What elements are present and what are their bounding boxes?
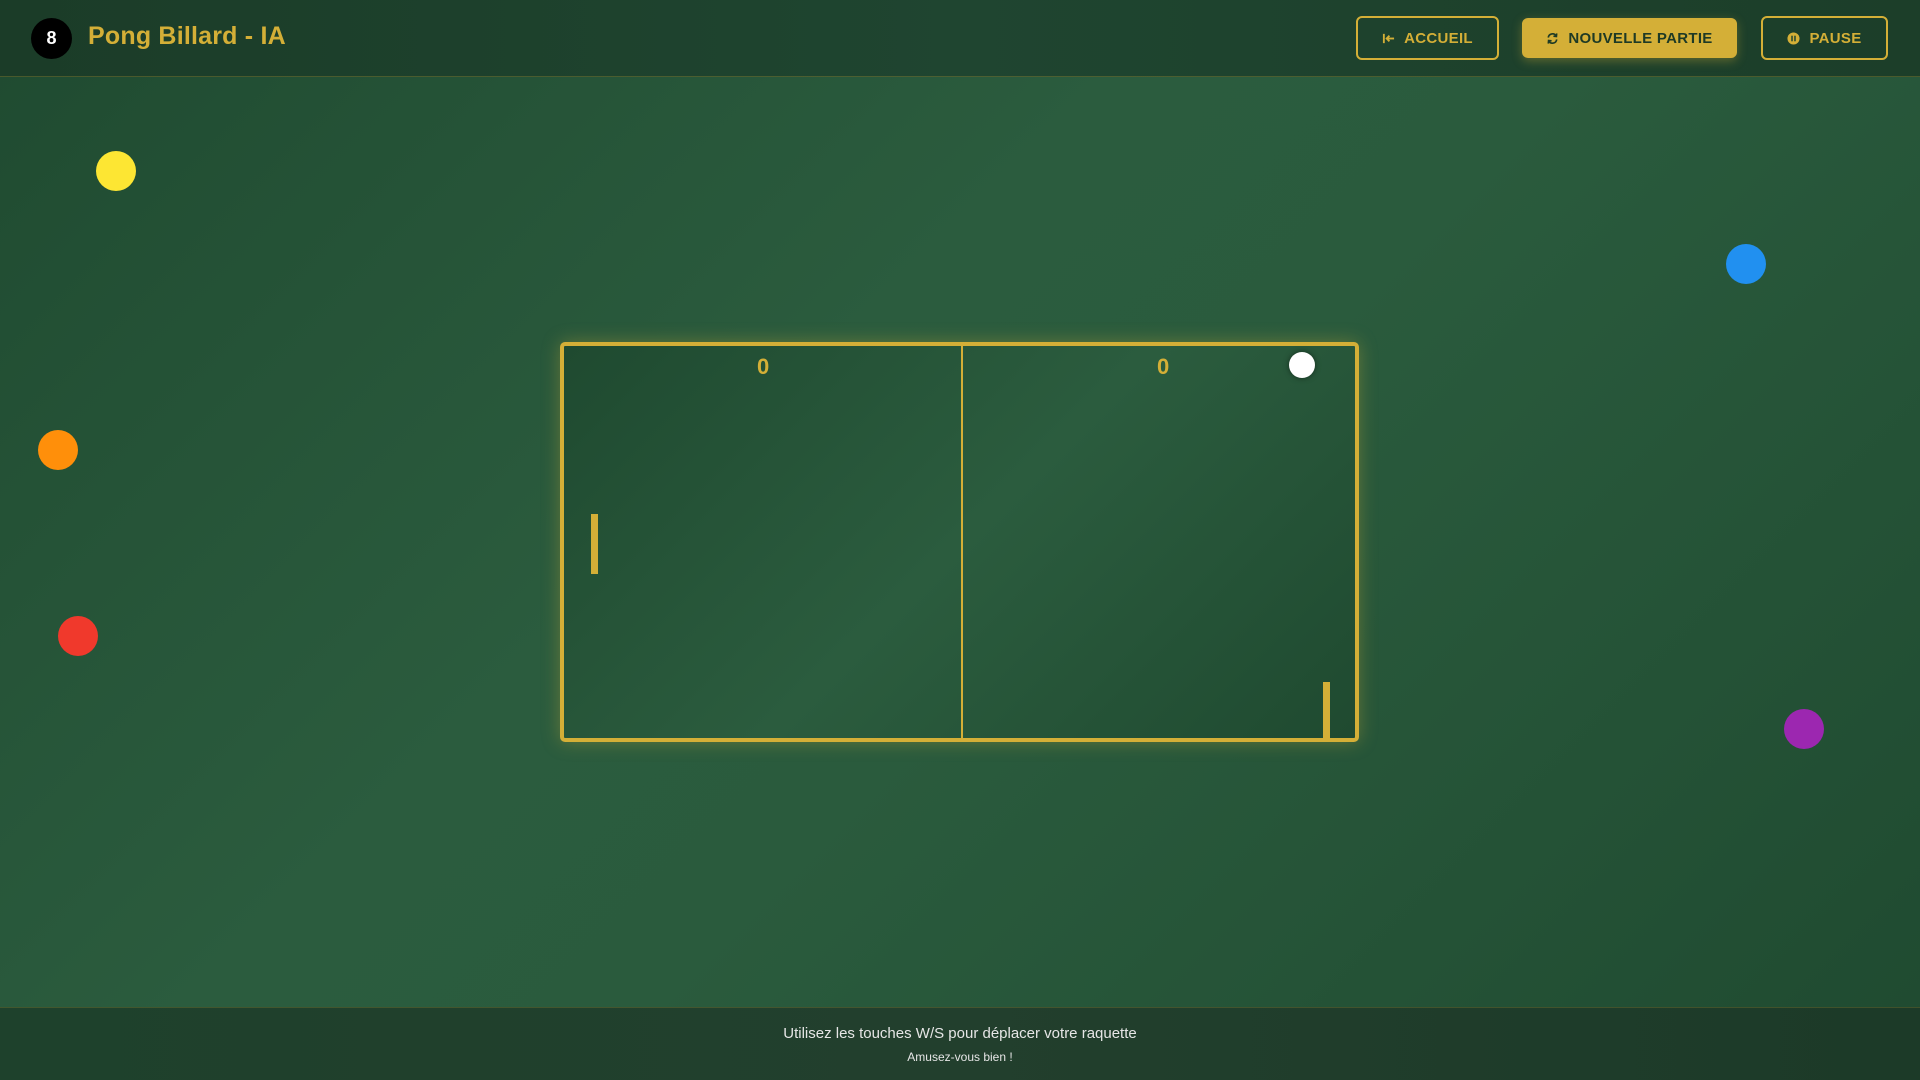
page-title: Pong Billard - IA: [88, 22, 286, 50]
footer-bar: Utilisez les touches W/S pour déplacer v…: [0, 1007, 1920, 1080]
pause-icon: [1787, 31, 1800, 45]
center-line: [961, 346, 963, 738]
home-button[interactable]: ACCUEIL: [1356, 16, 1499, 60]
player-score: 0: [757, 354, 770, 379]
player-paddle[interactable]: [591, 514, 598, 574]
pong-ball: [1289, 352, 1315, 378]
exit-arrow-icon: [1383, 33, 1395, 43]
header-bar: 8 Pong Billard - IA ACCUEIL NOUVELLE PAR…: [0, 0, 1920, 77]
yellow-ball-decoration: [96, 151, 136, 191]
orange-ball-decoration: [38, 430, 78, 470]
pause-button-label: PAUSE: [1809, 29, 1862, 47]
new-game-button[interactable]: NOUVELLE PARTIE: [1522, 18, 1737, 58]
footer-message: Amusez-vous bien !: [907, 1050, 1013, 1064]
pong-game-board[interactable]: 0 0: [560, 342, 1359, 742]
new-game-button-label: NOUVELLE PARTIE: [1568, 29, 1713, 47]
red-ball-decoration: [58, 616, 98, 656]
ai-score: 0: [1157, 354, 1170, 379]
controls-instructions: Utilisez les touches W/S pour déplacer v…: [783, 1025, 1137, 1042]
ai-paddle: [1323, 682, 1330, 742]
blue-ball-decoration: [1726, 244, 1766, 284]
purple-ball-decoration: [1784, 709, 1824, 749]
logo-number: 8: [46, 28, 57, 48]
refresh-icon: [1547, 32, 1558, 44]
home-button-label: ACCUEIL: [1404, 29, 1473, 47]
eight-ball-logo-icon: 8: [31, 18, 72, 59]
pause-button[interactable]: PAUSE: [1761, 16, 1888, 60]
